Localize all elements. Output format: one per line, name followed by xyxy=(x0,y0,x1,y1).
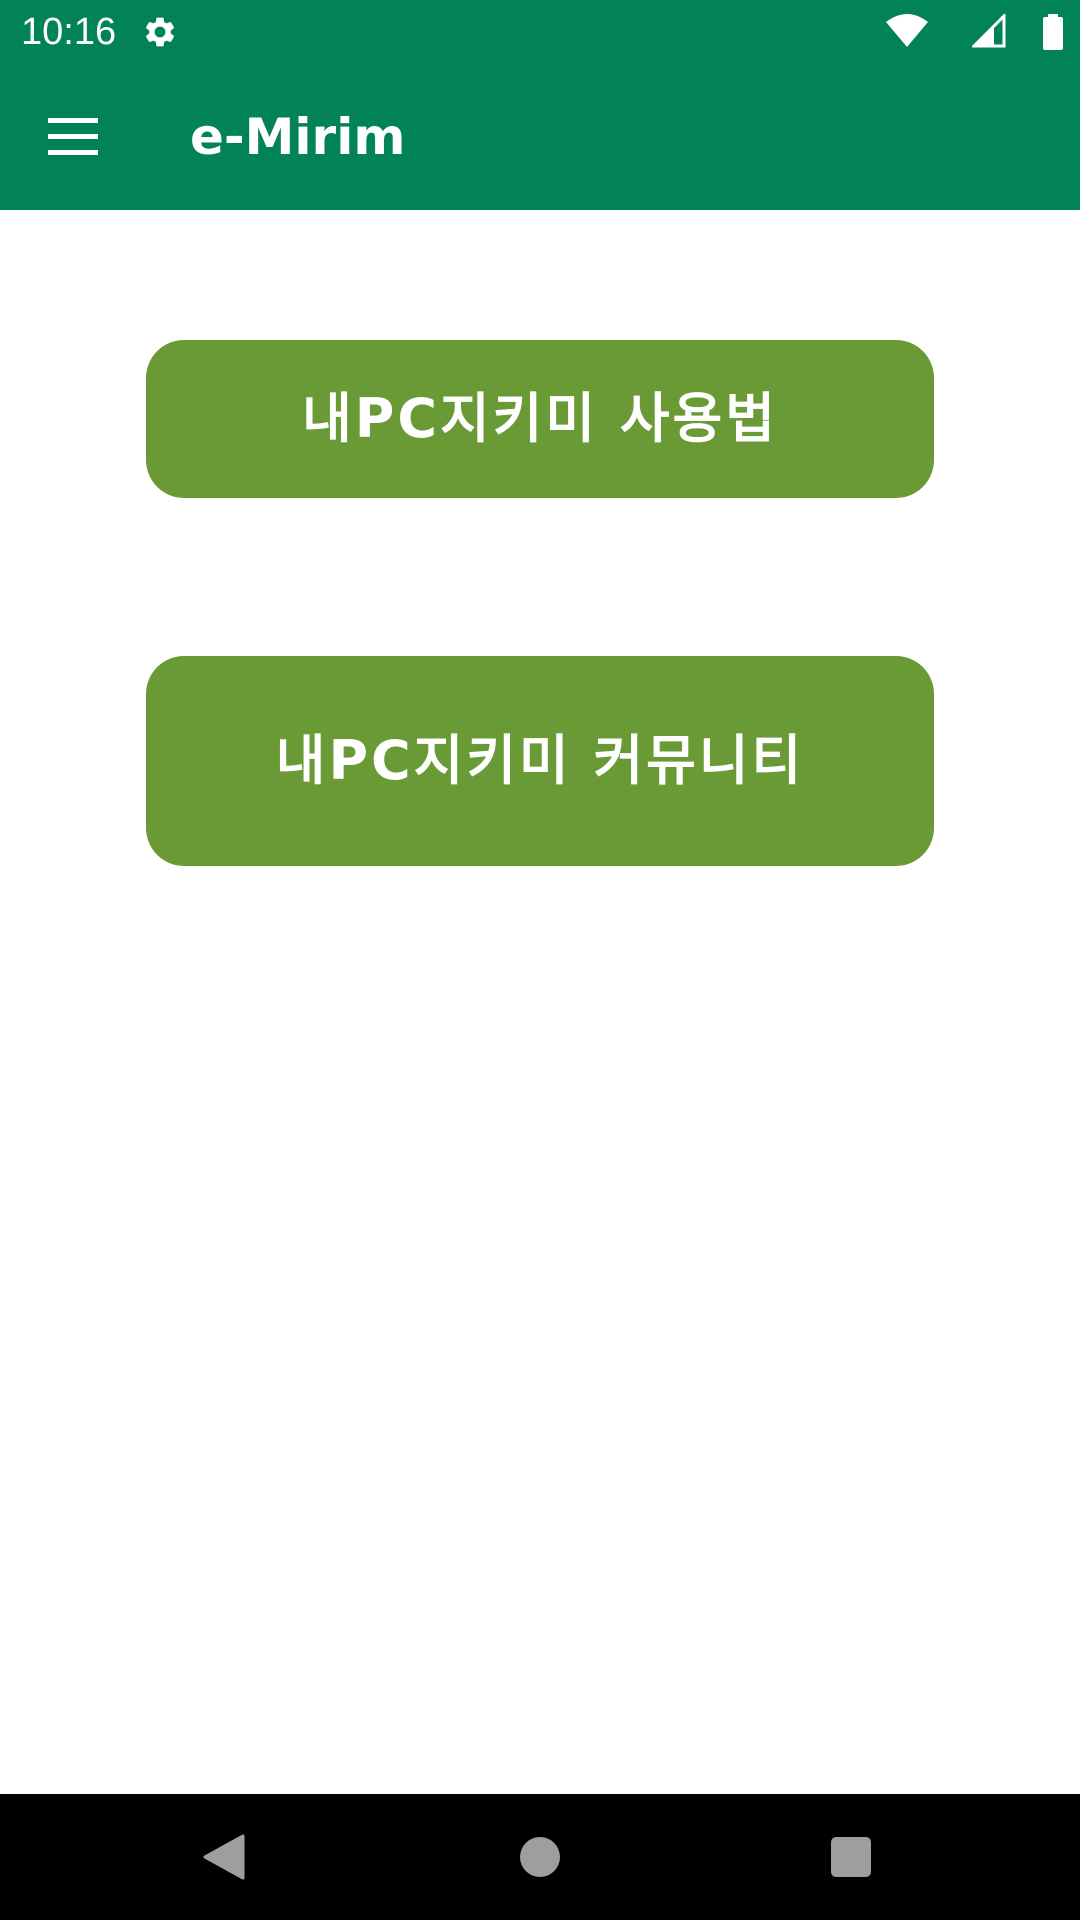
community-button[interactable]: 내PC지키미 커뮤니티 xyxy=(146,656,934,866)
back-icon[interactable] xyxy=(203,1834,245,1880)
usage-guide-button[interactable]: 내PC지키미 사용법 xyxy=(146,340,934,498)
recents-icon[interactable] xyxy=(831,1837,871,1877)
hamburger-menu-icon[interactable] xyxy=(30,101,116,173)
navigation-bar xyxy=(0,1794,1080,1920)
home-icon[interactable] xyxy=(520,1837,560,1877)
page-title: e-Mirim xyxy=(190,108,406,166)
settings-gear-icon xyxy=(145,17,175,47)
main-content: 내PC지키미 사용법 내PC지키미 커뮤니티 xyxy=(0,210,1080,1794)
app-bar: e-Mirim xyxy=(0,63,1080,210)
wifi-icon xyxy=(886,14,928,47)
status-time: 10:16 xyxy=(21,11,117,53)
cellular-signal-icon xyxy=(972,14,1006,48)
status-bar: 10:16 xyxy=(0,0,1080,63)
battery-icon xyxy=(1043,14,1063,50)
